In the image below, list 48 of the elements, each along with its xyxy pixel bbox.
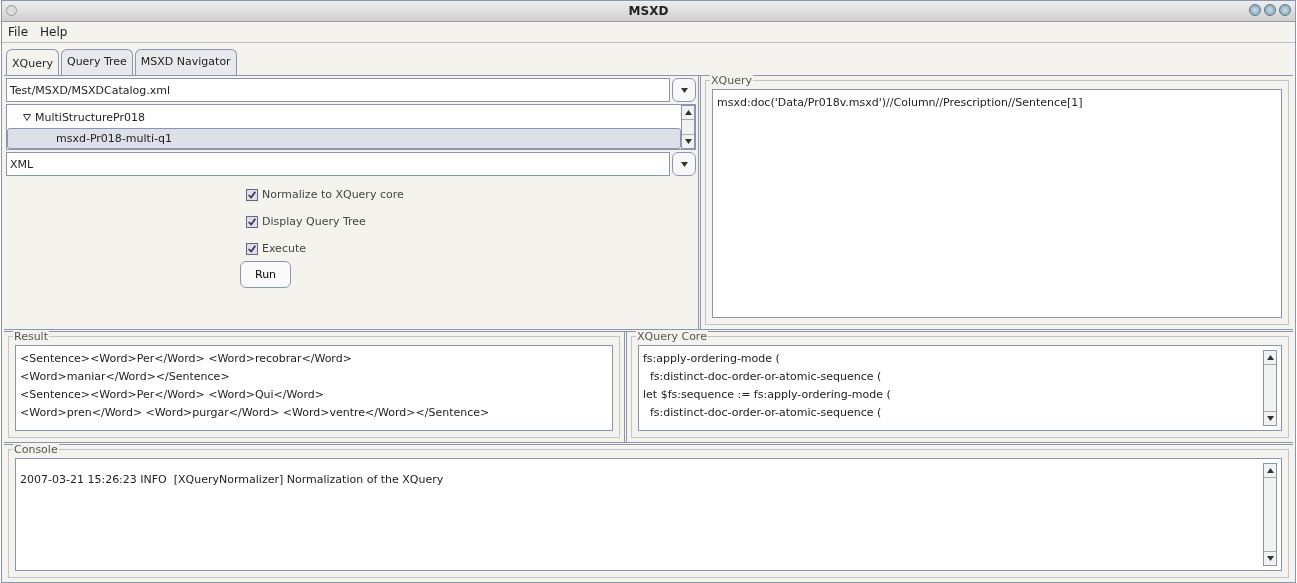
scroll-up-icon[interactable]	[1266, 355, 1274, 360]
text-line: let $fs:sequence := fs:apply-ordering-mode (	[643, 387, 892, 403]
catalog-combo-field[interactable]: Test/MSXD/MSXDCatalog.xml	[6, 78, 670, 102]
expander-icon[interactable]	[23, 114, 31, 122]
scroll-down-icon[interactable]	[1266, 416, 1274, 421]
scroll-up-icon[interactable]	[684, 110, 692, 115]
dropdown-button[interactable]	[672, 78, 696, 102]
text-line: fs:distinct-doc-order-or-atomic-sequence (	[649, 405, 883, 421]
window-button[interactable]	[1264, 4, 1276, 16]
window-button[interactable]	[1249, 4, 1261, 16]
panel-title: XQuery Core	[636, 330, 708, 343]
text-line: <Sentence><Word>Per</Word> <Word>recobrar</Word>	[20, 351, 353, 367]
window-button[interactable]	[1279, 4, 1291, 16]
scroll-down-icon[interactable]	[1266, 556, 1274, 561]
tab[interactable]: Query Tree	[60, 49, 133, 75]
tree-item[interactable]: msxd-Pr018-multi-q1	[7, 127, 681, 149]
window-title: MSXD	[628, 4, 669, 18]
panel-title: Console	[13, 443, 59, 456]
menu-item[interactable]: Help	[40, 25, 68, 39]
text-line: fs:distinct-doc-order-or-atomic-sequence (	[649, 369, 883, 385]
checkbox[interactable]	[246, 188, 258, 201]
text-line: fs:apply-ordering-mode (	[643, 351, 781, 367]
run-button[interactable]: Run	[240, 261, 292, 288]
caret-icon[interactable]	[680, 87, 688, 93]
checkbox-label: Display Query Tree	[262, 215, 366, 228]
xquery-editor[interactable]: msxd:doc('Data/Pr018v.msxd')//Column//Prescription//Sentence[1]	[712, 89, 1282, 318]
scroll-up-icon[interactable]	[1266, 468, 1274, 473]
panel-title: XQuery	[710, 74, 753, 87]
text-line: <Word>maniar</Word></Sentence>	[20, 369, 231, 385]
scroll-down-icon[interactable]	[684, 139, 692, 144]
tree-item[interactable]: MultiStructurePr018	[7, 108, 681, 128]
text-line: <Sentence><Word>Per</Word> <Word>Qui</Word>	[20, 387, 325, 403]
tab[interactable]: MSXD Navigator	[134, 49, 237, 75]
menu-item[interactable]: File	[8, 25, 29, 39]
panel-title: Result	[13, 330, 49, 343]
scrollbar[interactable]	[1263, 350, 1277, 426]
caret-icon[interactable]	[680, 161, 688, 167]
checkbox-label: Normalize to XQuery core	[262, 188, 404, 201]
text-line: 2007-03-21 15:26:23 INFO [XQueryNormalizer] Normalization of the XQuery	[20, 472, 445, 488]
checkbox[interactable]	[246, 242, 258, 255]
scrollbar[interactable]	[1263, 463, 1277, 566]
text-line: <Word>pren</Word> <Word>purgar</Word> <Word>ventre</Word></Sentence>	[20, 405, 491, 421]
dropdown-button[interactable]	[672, 152, 696, 176]
scrollbar[interactable]	[681, 105, 695, 149]
checkbox[interactable]	[246, 215, 258, 228]
tab[interactable]: XQuery	[6, 49, 59, 75]
checkbox-label: Execute	[262, 242, 306, 255]
format-combo-field[interactable]: XML	[6, 152, 670, 176]
